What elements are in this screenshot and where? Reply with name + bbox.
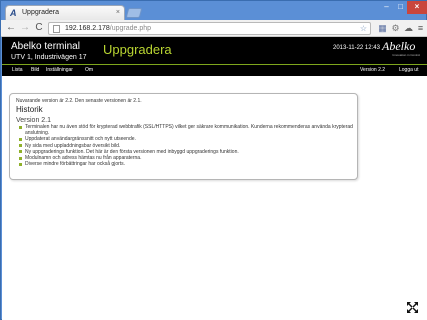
settings-icon[interactable]: ⚙	[390, 23, 401, 34]
menu-item-installningar[interactable]: Inställningar	[46, 67, 73, 74]
cloud-icon[interactable]: ☁	[403, 23, 414, 34]
back-button[interactable]: ←	[5, 22, 17, 34]
site-header: Abelko terminal UTV 1, Industrivägen 17 …	[2, 37, 427, 64]
page-viewport: Abelko terminal UTV 1, Industrivägen 17 …	[2, 37, 427, 320]
abelko-favicon-icon: A	[10, 8, 17, 18]
tab-title: Uppgradera	[22, 9, 59, 16]
current-version-text: Nuvarande version är 2.2. Den senaste ve…	[16, 98, 142, 104]
menu-item-bild[interactable]: Bild	[31, 67, 39, 74]
reload-button[interactable]: C	[33, 22, 45, 34]
logo-text: Abelko	[382, 39, 416, 53]
upgrade-info-panel: Nuvarande version är 2.2. Den senaste ve…	[9, 93, 358, 180]
maximize-button[interactable]: □	[394, 1, 407, 14]
page-title: Uppgradera	[103, 42, 172, 57]
location-label: UTV 1, Industrivägen 17	[11, 54, 87, 61]
changelog-list: Terminalen har nu även stöd för kryptera…	[19, 124, 355, 167]
forward-button[interactable]: →	[19, 22, 31, 34]
address-bar[interactable]: 192.168.2.178/upgrade.php ☆	[48, 22, 371, 35]
url-host: 192.168.2.178	[65, 25, 110, 32]
page-icon	[53, 25, 60, 33]
tab-uppgradera[interactable]: A Uppgradera ×	[5, 5, 125, 20]
version-link[interactable]: Version 2.2	[360, 67, 385, 74]
url-text[interactable]: 192.168.2.178/upgrade.php	[65, 24, 151, 34]
logout-link[interactable]: Logga ut	[399, 67, 418, 74]
fullscreen-icon[interactable]	[406, 301, 419, 314]
new-tab-button[interactable]	[125, 8, 143, 18]
minimize-button[interactable]: –	[379, 1, 394, 14]
tab-close-icon[interactable]: ×	[116, 8, 120, 18]
browser-toolbar: ← → C 192.168.2.178/upgrade.php ☆ ▦ ⚙ ☁ …	[1, 20, 427, 37]
bookmark-star-icon[interactable]: ☆	[360, 24, 367, 34]
menu-item-om[interactable]: Om	[85, 67, 93, 74]
menu-icon[interactable]: ≡	[415, 23, 426, 34]
tab-bar: A Uppgradera × – □ ×	[1, 1, 427, 20]
browser-window: A Uppgradera × – □ × ← → C 192.168.2.178…	[0, 0, 427, 320]
history-heading: Historik	[16, 105, 43, 114]
translate-icon[interactable]: ▦	[377, 23, 388, 34]
url-path: /upgrade.php	[109, 25, 152, 32]
abelko-logo: Abelko Innovation in Control	[382, 40, 422, 60]
changelog-item: Diverse mindre förbättringar har också g…	[19, 161, 355, 167]
main-menu: Lista Bild Inställningar Om Version 2.2 …	[2, 65, 427, 76]
menu-item-lista[interactable]: Lista	[12, 67, 23, 74]
close-window-button[interactable]: ×	[407, 1, 427, 14]
logo-subtitle: Innovation in Control	[392, 53, 420, 57]
datetime-label: 2013-11-22 12:43	[333, 45, 380, 51]
app-name: Abelko terminal	[11, 41, 80, 52]
changelog-item: Terminalen har nu även stöd för kryptera…	[19, 124, 355, 136]
